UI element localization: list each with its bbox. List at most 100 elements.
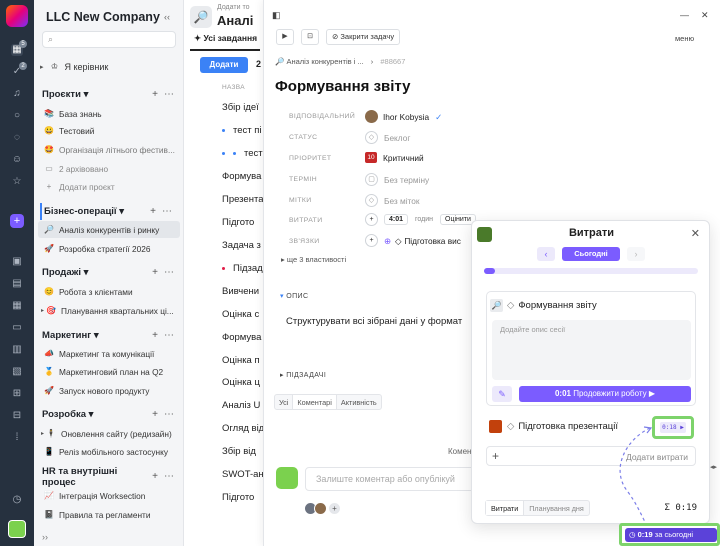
task-row[interactable]: Презента [222, 194, 264, 205]
section-actions[interactable]: +⋯ [152, 330, 180, 341]
costs-time[interactable]: 4:01 [384, 214, 409, 225]
play-button[interactable]: ▶ [276, 29, 294, 45]
table-icon[interactable]: ▤ [11, 278, 23, 290]
task-row[interactable]: Підгото [222, 492, 254, 503]
assignee-value[interactable]: Ihor Kobysia ✓ [365, 110, 442, 123]
task-row[interactable]: Задача з [222, 240, 261, 251]
subtasks-section[interactable]: ▸ ПІДЗАДАЧІ [280, 371, 326, 379]
hierarchy-icon[interactable]: ⊞ [11, 388, 23, 400]
watchers[interactable]: + [304, 502, 341, 515]
section-actions[interactable]: +⋯ [152, 267, 180, 278]
sidebar-item-marketing-comms[interactable]: 📣 Маркетинг та комунікації [38, 345, 180, 362]
prev-day-button[interactable]: ‹ [537, 247, 555, 261]
task-row[interactable]: SWOT-ан [222, 469, 264, 480]
session-description-input[interactable]: Додайте опис сесії [492, 320, 691, 380]
panel-toggle-icon[interactable]: ◧ [272, 10, 281, 21]
edit-pencil-icon[interactable]: ✎ [492, 386, 512, 402]
menu-button[interactable]: меню [675, 34, 694, 43]
section-sales[interactable]: Продажі ▾ +⋯ [42, 264, 180, 281]
section-hr[interactable]: HR та внутрішні процес +⋯ [42, 466, 180, 488]
task-row[interactable]: Оцінка с [222, 309, 259, 320]
section-projects[interactable]: Проєкти ▾ +⋯ [42, 86, 180, 103]
task-row[interactable]: Оцінка п [222, 355, 260, 366]
breadcrumb-project[interactable]: Аналіз конкурентів і ... [286, 57, 363, 66]
session-timer-button[interactable]: 0:18 ▶ [660, 422, 686, 433]
user-avatar[interactable] [8, 520, 26, 538]
breadcrumb[interactable]: 🔎 Аналіз конкурентів і ... › #88667 [275, 57, 405, 66]
priority-value[interactable]: 10 Критичний [365, 152, 424, 163]
sidebar-item-quarterly-goals[interactable]: ▸ 🎯 Планування квартальних ці... [38, 302, 180, 319]
section-business-operations[interactable]: Бізнес-операції ▾ +⋯ [40, 203, 178, 220]
add-cost-icon[interactable]: + [365, 213, 378, 226]
close-icon[interactable]: ✕ [701, 10, 709, 21]
collapse-sidebar-icon[interactable]: ‹‹ [164, 12, 170, 22]
sidebar-item-mobile-release[interactable]: 📱 Реліз мобільного застосунку [38, 443, 180, 460]
continue-work-button[interactable]: 0:01 Продовжити роботу ▶ [519, 386, 691, 402]
sidebar-item-archived[interactable]: ▭ 2 архівовано [38, 160, 180, 177]
sidebar-item-test[interactable]: 😀 Тестовий [38, 122, 180, 139]
tab-costs[interactable]: Витрати [486, 501, 525, 515]
tab-day-planning[interactable]: Планування дня [524, 501, 589, 515]
tags-value[interactable]: ◇ Без міток [365, 194, 420, 207]
sidebar-item-festival[interactable]: 🤩 Організація літнього фестив... [38, 141, 180, 158]
app-logo[interactable] [6, 5, 28, 27]
company-name[interactable]: LLC New Company [46, 10, 160, 24]
archive-icon[interactable]: ▧ [11, 366, 23, 378]
term-value[interactable]: ▢ Без терміну [365, 173, 429, 186]
document-icon[interactable]: ▭ [11, 322, 23, 334]
sidebar-item-strategy[interactable]: 🚀 Розробка стратегії 2026 [38, 240, 180, 257]
grid-icon[interactable]: ▦ [11, 300, 23, 312]
sidebar-item-my-manager[interactable]: ▸ ♔ Я керівник [38, 58, 180, 75]
clock-icon[interactable]: ◷ [11, 494, 23, 506]
sidebar-item-knowledge-base[interactable]: 📚 База знань [38, 105, 180, 122]
status-value[interactable]: ◇ Беклог [365, 131, 410, 144]
search-icon[interactable]: ○ [11, 110, 23, 122]
task-row[interactable]: Оцінка ц [222, 377, 260, 388]
layout-icon[interactable]: ⊟ [11, 410, 23, 422]
minimize-icon[interactable]: — [680, 10, 689, 20]
toggle-icon[interactable]: ◂▸ [710, 463, 717, 471]
timer-log-button[interactable]: ⊡ [301, 29, 319, 45]
sidebar-item-integration[interactable]: 📈 Інтеграція Worksection [38, 487, 180, 504]
apps-grid-icon[interactable]: ⁞ [11, 432, 23, 444]
description-text[interactable]: Структурувати всі зібрані дані у формат [286, 316, 462, 327]
task-row[interactable]: Збір від [222, 446, 256, 457]
description-section[interactable]: ▾ ОПИС [280, 292, 308, 300]
task-row[interactable]: Формува [222, 171, 261, 182]
expand-icon[interactable]: ›› [42, 532, 48, 542]
task-row[interactable]: Підзад [222, 263, 263, 274]
section-actions[interactable]: +⋯ [152, 471, 180, 482]
sidebar-add-project[interactable]: + Додати проєкт [38, 178, 180, 195]
sidebar-item-redesign[interactable]: ▸ 🕴 Оновлення сайту (редизайн) [38, 425, 180, 442]
project-subtitle[interactable]: Додати то [217, 4, 249, 11]
task-row[interactable]: Вивчени [222, 286, 259, 297]
section-actions[interactable]: +⋯ [150, 206, 178, 217]
task-row[interactable]: Аналіз U [222, 400, 260, 411]
session-task[interactable]: ◇ Формування звіту [507, 300, 597, 311]
star-icon[interactable]: ☆ [11, 176, 23, 188]
tab-all-tasks[interactable]: ✦ Усі завдання [194, 33, 257, 44]
task-row[interactable]: Огляд від [222, 423, 264, 434]
task-row[interactable]: тест пі [222, 125, 262, 136]
next-day-button[interactable]: › [627, 247, 645, 261]
links-value[interactable]: + ⊕ ◇ Підготовка вис [365, 234, 461, 247]
tab-activity[interactable]: Активність [337, 395, 381, 409]
chat-icon[interactable]: ◌ [11, 132, 23, 144]
add-cost-row[interactable]: + Додати витрати [486, 446, 696, 466]
bell-icon[interactable]: ♫ [11, 88, 23, 100]
close-task-button[interactable]: ⊘ Закрити задачу [326, 29, 400, 45]
briefcase-icon[interactable]: ▣ [11, 256, 23, 268]
add-watcher-icon[interactable]: + [328, 502, 341, 515]
sidebar-item-clients[interactable]: 😊 Робота з клієнтами [38, 283, 180, 300]
sidebar-item-rules[interactable]: 📓 Правила та регламенти [38, 506, 180, 523]
more-properties-link[interactable]: ▸ ще 3 властивості [281, 255, 346, 264]
tab-all[interactable]: Усі [275, 395, 292, 409]
users-icon[interactable]: ☺ [11, 154, 23, 166]
add-task-button[interactable]: Додати [200, 57, 248, 73]
add-link-icon[interactable]: + [365, 234, 378, 247]
close-icon[interactable]: ✕ [691, 227, 700, 240]
task-row[interactable]: Формува [222, 332, 261, 343]
section-marketing[interactable]: Маркетинг ▾ +⋯ [42, 327, 180, 344]
section-actions[interactable]: +⋯ [152, 89, 180, 100]
chart-icon[interactable]: ▥ [11, 344, 23, 356]
